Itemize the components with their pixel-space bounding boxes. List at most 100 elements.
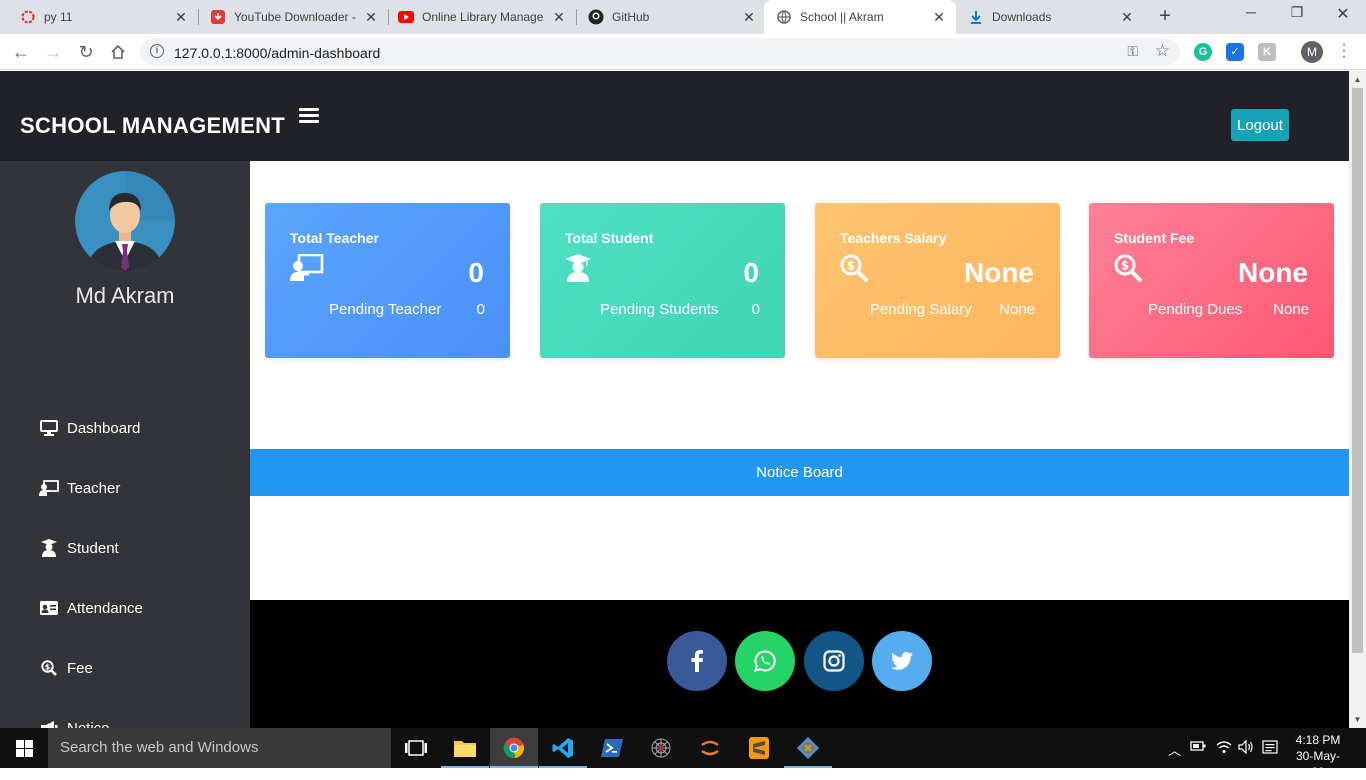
graduate-icon (39, 539, 59, 557)
shield-icon[interactable]: ✓ (1226, 43, 1244, 61)
card-pending-label: Pending Salary (870, 301, 972, 318)
tab-title: Online Library Manage (422, 10, 544, 24)
address-bar[interactable]: i 127.0.0.1:8000/admin-dashboard ⚿ ☆ (140, 38, 1180, 66)
url-text[interactable]: 127.0.0.1:8000/admin-dashboard (174, 45, 380, 61)
notification-center-icon[interactable] (1262, 740, 1278, 757)
scroll-up-arrow-icon[interactable]: ▲ (1349, 71, 1366, 88)
chrome-icon[interactable] (490, 728, 538, 768)
browser-tab[interactable]: py 11 ✕ (8, 0, 198, 34)
browser-tab[interactable]: Downloads ✕ (956, 0, 1144, 34)
bookmark-star-icon[interactable]: ☆ (1155, 41, 1170, 61)
whatsapp-icon (754, 650, 776, 672)
reload-button[interactable]: ↻ (75, 41, 97, 63)
browser-menu-icon[interactable]: · · · (1339, 37, 1349, 65)
windows-start-icon[interactable] (16, 740, 33, 757)
sidebar-item-label: Student (67, 539, 119, 557)
twitter-button[interactable] (872, 631, 932, 691)
sidebar-item-label: Teacher (67, 479, 121, 497)
bullhorn-icon (39, 719, 59, 728)
browser-tab[interactable]: Online Library Manage ✕ (386, 0, 576, 34)
page-scrollbar[interactable]: ▲ ▼ (1349, 71, 1366, 728)
top-navbar: SCHOOL MANAGEMENT Logout (0, 71, 1349, 161)
tab-title: Downloads (992, 10, 1052, 24)
card-pending-value: None (1273, 301, 1309, 318)
back-button[interactable]: ← (10, 41, 32, 63)
card-pending-value: None (999, 301, 1035, 318)
clock-date: 30-May-20 (1295, 749, 1340, 779)
grammarly-icon[interactable]: G (1194, 43, 1212, 61)
card-pending-label: Pending Students (600, 301, 719, 318)
sidebar-item-fee[interactable]: $ Fee (39, 656, 93, 680)
sidebar-item-teacher[interactable]: Teacher (39, 476, 120, 500)
logout-button[interactable]: Logout (1231, 109, 1289, 141)
card-teachers-salary[interactable]: Teachers Salary $ None Pending Salary No… (815, 203, 1060, 358)
card-total-student[interactable]: Total Student 0 Pending Students 0 (540, 203, 785, 358)
close-tab-icon[interactable]: ✕ (172, 9, 190, 26)
sublime-text-icon[interactable] (735, 728, 783, 768)
twitter-icon (891, 652, 913, 670)
restore-button[interactable]: ❐ (1284, 4, 1310, 28)
tray-chevron-up-icon[interactable]: ︿ (1168, 740, 1181, 759)
windows-taskbar: Search the web and Windows ︿ 4:18 PM 30-… (0, 728, 1366, 779)
git-gui-icon[interactable] (784, 728, 832, 768)
close-tab-icon[interactable]: ✕ (930, 9, 948, 26)
sidebar-item-label: Fee (67, 659, 93, 677)
new-tab-button[interactable]: + (1155, 6, 1175, 26)
sidebar-item-attendance[interactable]: Attendance (39, 596, 143, 620)
card-title: Student Fee (1114, 230, 1195, 246)
svg-text:$: $ (847, 259, 855, 273)
search-dollar-icon: $ (840, 254, 874, 282)
forward-button[interactable]: → (42, 41, 64, 63)
tab-title: py 11 (44, 10, 73, 24)
scrollbar-thumb[interactable] (1352, 88, 1363, 653)
id-card-icon (39, 599, 59, 617)
powershell-icon[interactable] (588, 728, 636, 768)
footer (250, 600, 1349, 728)
close-tab-icon[interactable]: ✕ (740, 9, 758, 26)
card-total-teacher[interactable]: Total Teacher 0 Pending Teacher 0 (265, 203, 510, 358)
sidebar-item-dashboard[interactable]: Dashboard (39, 416, 140, 440)
card-value: 0 (468, 257, 484, 288)
taskbar-clock[interactable]: 4:18 PM 30-May-20 (1290, 732, 1346, 780)
browser-tab[interactable]: GitHub ✕ (576, 0, 766, 34)
home-button[interactable] (107, 41, 129, 63)
close-tab-icon[interactable]: ✕ (1118, 9, 1136, 26)
chalkboard-teacher-icon (39, 479, 59, 497)
tab-title: YouTube Downloader - (234, 10, 356, 24)
scroll-down-arrow-icon[interactable]: ▼ (1349, 711, 1366, 728)
task-view-icon[interactable] (392, 728, 440, 768)
browser-tab[interactable]: YouTube Downloader - ✕ (198, 0, 388, 34)
close-window-button[interactable]: ✕ (1330, 4, 1356, 28)
wifi-icon[interactable] (1216, 740, 1232, 757)
profile-avatar[interactable]: M (1301, 41, 1323, 63)
close-tab-icon[interactable]: ✕ (550, 9, 568, 26)
vscode-icon[interactable] (539, 728, 587, 768)
close-tab-icon[interactable]: ✕ (362, 9, 380, 26)
jupyter-icon[interactable] (686, 728, 734, 768)
sidebar-item-label: Dashboard (67, 419, 141, 437)
facebook-button[interactable] (667, 631, 727, 691)
volume-icon[interactable] (1238, 739, 1254, 757)
taskbar-search-input[interactable]: Search the web and Windows (48, 728, 391, 768)
github-icon (588, 9, 604, 25)
info-icon[interactable]: i (150, 44, 164, 58)
globe-icon (776, 9, 792, 25)
brand-title[interactable]: SCHOOL MANAGEMENT (20, 113, 285, 139)
sidebar: Md Akram Dashboard Teacher Student Atten… (0, 161, 250, 728)
minimize-button[interactable]: ─ (1238, 4, 1264, 28)
browser-tab-active[interactable]: School || Akram ✕ (764, 0, 956, 34)
file-explorer-icon[interactable] (441, 728, 489, 768)
battery-icon[interactable] (1190, 740, 1206, 755)
instagram-button[interactable] (804, 631, 864, 691)
key-icon[interactable]: ⚿ (1127, 43, 1138, 60)
sidebar-item-notice[interactable]: Notice (39, 716, 110, 728)
browser-tab-strip: py 11 ✕ YouTube Downloader - ✕ Online Li… (0, 0, 1366, 34)
extension-icon[interactable]: K (1258, 43, 1276, 61)
card-value: None (964, 257, 1034, 288)
card-student-fee[interactable]: Student Fee $ None Pending Dues None (1089, 203, 1334, 358)
sidebar-item-student[interactable]: Student (39, 536, 119, 560)
whatsapp-button[interactable] (735, 631, 795, 691)
spider-icon[interactable] (637, 728, 685, 768)
hamburger-menu-icon[interactable] (299, 108, 319, 124)
tab-title: School || Akram (800, 10, 884, 24)
